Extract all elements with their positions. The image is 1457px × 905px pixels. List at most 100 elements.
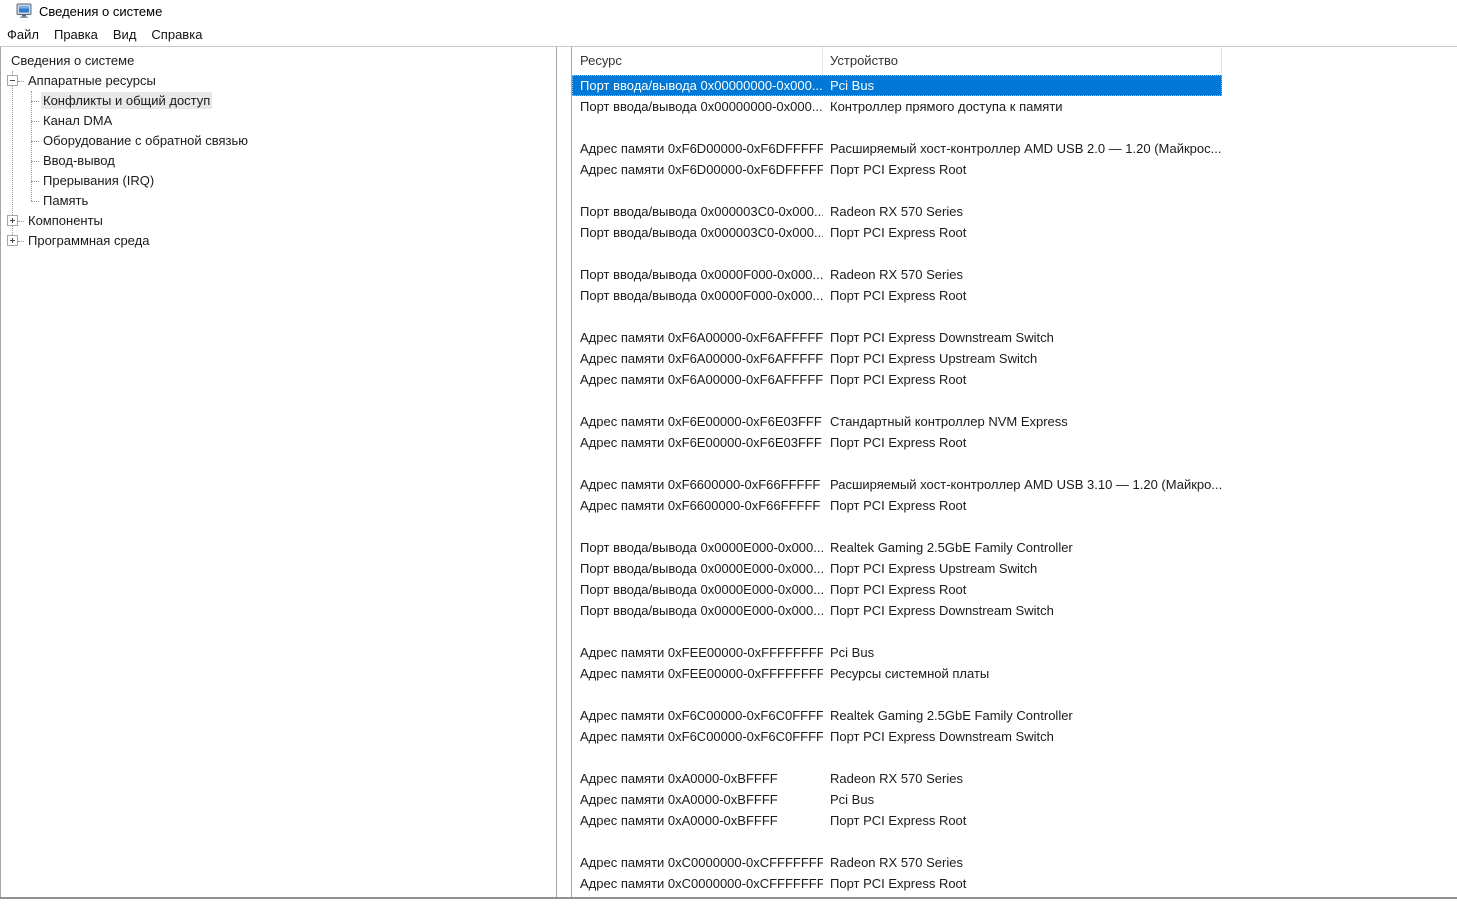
table-row[interactable]: Адрес памяти 0xF6E00000-0xF6E03FFF Порт … [572, 432, 1222, 453]
navigation-tree-pane: Сведения о системе Аппаратные ресурсы Ко… [0, 47, 557, 897]
expand-icon[interactable] [7, 235, 18, 246]
table-row[interactable]: Адрес памяти 0xF6C00000-0xF6C0FFFF Realt… [572, 705, 1222, 726]
resource-list-pane: Ресурс Устройство Порт ввода/вывода 0x00… [571, 47, 1457, 897]
device-cell: Порт PCI Express Downstream Switch [830, 330, 1054, 345]
pane-splitter[interactable] [557, 47, 571, 897]
device-cell: Порт PCI Express Downstream Switch [830, 603, 1054, 618]
device-cell: Порт PCI Express Root [830, 288, 967, 303]
collapse-icon[interactable] [7, 75, 18, 86]
tree-item-hardware-resources[interactable]: Аппаратные ресурсы [1, 71, 556, 91]
table-row[interactable]: Порт ввода/вывода 0x0000F000-0x000... Ra… [572, 264, 1222, 285]
table-row-separator [572, 453, 1222, 474]
menu-item-file[interactable]: Файл [6, 25, 40, 44]
device-cell: Порт PCI Express Root [830, 372, 967, 387]
table-row[interactable]: Порт ввода/вывода 0x0000E000-0x000... По… [572, 600, 1222, 621]
resource-cell: Адрес памяти 0xF6C00000-0xF6C0FFFF [580, 729, 823, 744]
device-cell: Порт PCI Express Upstream Switch [830, 561, 1038, 576]
expand-icon[interactable] [7, 215, 18, 226]
resource-cell: Порт ввода/вывода 0x0000E000-0x000... [580, 603, 823, 618]
window-title: Сведения о системе [39, 3, 163, 19]
resource-cell: Адрес памяти 0xF6D00000-0xF6DFFFFF [580, 141, 823, 156]
resource-cell: Адрес памяти 0xF6E00000-0xF6E03FFF [580, 435, 822, 450]
table-row[interactable]: Порт ввода/вывода 0x0000E000-0x000... По… [572, 579, 1222, 600]
tree-item-dma-channel[interactable]: Канал DMA [1, 111, 556, 131]
resource-cell: Адрес памяти 0xF6E00000-0xF6E03FFF [580, 414, 822, 429]
table-row[interactable]: Адрес памяти 0xC0000000-0xCFFFFFFF Radeo… [572, 852, 1222, 873]
table-row-separator [572, 831, 1222, 852]
system-info-window: Сведения о системе Файл Правка Вид Справка … [0, 0, 1457, 905]
device-cell: Расширяемый хост-контроллер AMD USB 3.10… [830, 477, 1222, 492]
table-row[interactable]: Порт ввода/вывода 0x0000E000-0x000... По… [572, 558, 1222, 579]
system-info-icon [16, 3, 32, 19]
tree-item-conflicts-sharing[interactable]: Конфликты и общий доступ [1, 91, 556, 111]
table-row[interactable]: Адрес памяти 0xC0000000-0xCFFFFFFF Порт … [572, 873, 1222, 894]
window-bottom-edge [0, 897, 1457, 899]
tree-item-label: Компоненты [28, 213, 103, 228]
device-cell: Порт PCI Express Upstream Switch [830, 351, 1038, 366]
table-row[interactable]: Порт ввода/вывода 0x00000000-0x000... Pc… [572, 75, 1222, 96]
device-cell: Realtek Gaming 2.5GbE Family Controller [830, 540, 1073, 555]
column-header-device[interactable]: Устройство [823, 47, 1222, 75]
tree-item-input-output[interactable]: Ввод-вывод [1, 151, 556, 171]
menu-item-view[interactable]: Вид [112, 25, 138, 44]
tree-item-irq[interactable]: Прерывания (IRQ) [1, 171, 556, 191]
column-header-resource[interactable]: Ресурс [572, 47, 823, 75]
table-row[interactable]: Адрес памяти 0xF6A00000-0xF6AFFFFF Порт … [572, 348, 1222, 369]
device-cell: Порт PCI Express Root [830, 435, 967, 450]
table-row[interactable]: Адрес памяти 0xF6600000-0xF66FFFFF Расши… [572, 474, 1222, 495]
tree-item-label: Прерывания (IRQ) [43, 173, 155, 188]
device-cell: Расширяемый хост-контроллер AMD USB 2.0 … [830, 141, 1222, 156]
device-cell: Порт PCI Express Root [830, 582, 967, 597]
table-row[interactable]: Адрес памяти 0xF6D00000-0xF6DFFFFF Расши… [572, 138, 1222, 159]
resource-cell: Адрес памяти 0xF6D00000-0xF6DFFFFF [580, 162, 823, 177]
table-row[interactable]: Адрес памяти 0xF6A00000-0xF6AFFFFF Порт … [572, 327, 1222, 348]
table-row[interactable]: Адрес памяти 0xA0000-0xBFFFF Radeon RX 5… [572, 768, 1222, 789]
table-row[interactable]: Адрес памяти 0xFEE00000-0xFFFFFFFF Pci B… [572, 642, 1222, 663]
table-row[interactable]: Адрес памяти 0xA0000-0xBFFFF Порт PCI Ex… [572, 810, 1222, 831]
device-cell: Realtek Gaming 2.5GbE Family Controller [830, 708, 1073, 723]
resource-cell: Порт ввода/вывода 0x000003C0-0x000... [580, 204, 823, 219]
device-cell: Pci Bus [830, 645, 875, 660]
table-row[interactable]: Порт ввода/вывода 0x000003C0-0x000... По… [572, 222, 1222, 243]
device-cell: Radeon RX 570 Series [830, 204, 963, 219]
table-row-separator [572, 747, 1222, 768]
tree-item-components[interactable]: Компоненты [1, 211, 556, 231]
table-row[interactable]: Адрес памяти 0xF6C00000-0xF6C0FFFF Порт … [572, 726, 1222, 747]
table-row[interactable]: Адрес памяти 0xA0000-0xBFFFF Pci Bus [572, 789, 1222, 810]
resource-cell: Адрес памяти 0xF6A00000-0xF6AFFFFF [580, 330, 823, 345]
resource-cell: Порт ввода/вывода 0x0000F000-0x000... [580, 267, 823, 282]
device-cell: Pci Bus [830, 78, 875, 93]
tree-item-software-environment[interactable]: Программная среда [1, 231, 556, 251]
resource-cell: Порт ввода/вывода 0x0000E000-0x000... [580, 561, 823, 576]
table-row[interactable]: Порт ввода/вывода 0x0000F000-0x000... По… [572, 285, 1222, 306]
tree-item-forced-hardware[interactable]: Оборудование с обратной связью [1, 131, 556, 151]
table-row[interactable]: Адрес памяти 0xF6A00000-0xF6AFFFFF Порт … [572, 369, 1222, 390]
table-row-separator [572, 516, 1222, 537]
resource-cell: Адрес памяти 0xA0000-0xBFFFF [580, 792, 778, 807]
resource-cell: Адрес памяти 0xF6C00000-0xF6C0FFFF [580, 708, 823, 723]
menu-item-edit[interactable]: Правка [53, 25, 99, 44]
menu-item-help[interactable]: Справка [150, 25, 203, 44]
resource-cell: Адрес памяти 0xFEE00000-0xFFFFFFFF [580, 666, 823, 681]
table-row[interactable]: Порт ввода/вывода 0x00000000-0x000... Ко… [572, 96, 1222, 117]
resource-cell: Адрес памяти 0xC0000000-0xCFFFFFFF [580, 876, 823, 891]
table-row[interactable]: Адрес памяти 0xF6600000-0xF66FFFFF Порт … [572, 495, 1222, 516]
tree-item-system-summary[interactable]: Сведения о системе [1, 51, 556, 71]
device-cell: Порт PCI Express Downstream Switch [830, 729, 1054, 744]
device-cell: Порт PCI Express Root [830, 813, 967, 828]
tree-item-memory[interactable]: Память [1, 191, 556, 211]
table-row-separator [572, 243, 1222, 264]
device-cell: Контроллер прямого доступа к памяти [830, 99, 1063, 114]
device-cell: Стандартный контроллер NVM Express [830, 414, 1068, 429]
device-cell: Порт PCI Express Root [830, 225, 967, 240]
resource-cell: Порт ввода/вывода 0x0000E000-0x000... [580, 540, 823, 555]
table-row[interactable]: Порт ввода/вывода 0x0000E000-0x000... Re… [572, 537, 1222, 558]
tree-item-label: Сведения о системе [11, 53, 135, 68]
table-row[interactable]: Адрес памяти 0xFEE00000-0xFFFFFFFF Ресур… [572, 663, 1222, 684]
resource-cell: Адрес памяти 0xF6600000-0xF66FFFFF [580, 477, 821, 492]
table-row[interactable]: Адрес памяти 0xF6E00000-0xF6E03FFF Станд… [572, 411, 1222, 432]
table-row-separator [572, 621, 1222, 642]
title-bar[interactable]: Сведения о системе [0, 0, 1457, 22]
table-row[interactable]: Порт ввода/вывода 0x000003C0-0x000... Ra… [572, 201, 1222, 222]
table-row[interactable]: Адрес памяти 0xF6D00000-0xF6DFFFFF Порт … [572, 159, 1222, 180]
